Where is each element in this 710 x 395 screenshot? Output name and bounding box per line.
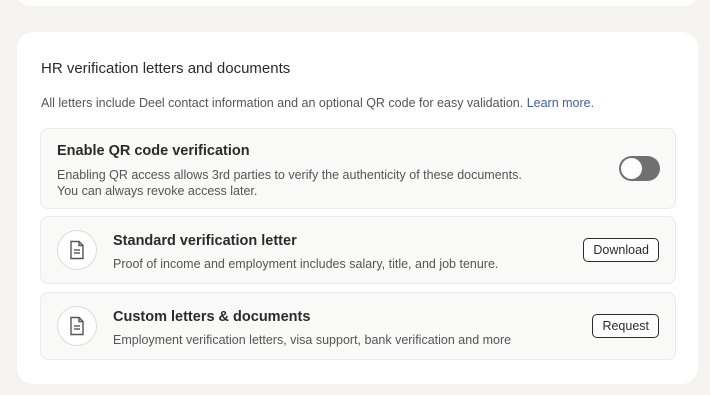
download-button[interactable]: Download <box>583 238 659 262</box>
custom-letters-row: Custom letters & documents Employment ve… <box>40 292 676 360</box>
learn-more-link[interactable]: Learn more. <box>527 96 594 110</box>
qr-description: Enabling QR access allows 3rd parties to… <box>57 167 557 199</box>
standard-letter-description: Proof of income and employment includes … <box>113 257 499 271</box>
custom-letters-title: Custom letters & documents <box>113 309 311 325</box>
request-button[interactable]: Request <box>592 314 659 338</box>
qr-verification-panel: Enable QR code verification Enabling QR … <box>40 128 676 209</box>
section-description: All letters include Deel contact informa… <box>41 96 594 110</box>
qr-description-line-2: You can always revoke access later. <box>57 184 258 198</box>
toggle-knob <box>621 158 642 179</box>
hr-verification-card: HR verification letters and documents Al… <box>17 32 698 384</box>
custom-letters-description: Employment verification letters, visa su… <box>113 333 512 347</box>
section-description-text: All letters include Deel contact informa… <box>41 96 524 110</box>
qr-description-line-1: Enabling QR access allows 3rd parties to… <box>57 168 522 182</box>
qr-verification-toggle[interactable] <box>619 156 660 181</box>
qr-title: Enable QR code verification <box>57 143 250 159</box>
document-icon <box>57 230 97 270</box>
document-icon <box>57 306 97 346</box>
standard-letter-title: Standard verification letter <box>113 233 297 249</box>
previous-card <box>17 0 698 6</box>
standard-letter-row: Standard verification letter Proof of in… <box>40 216 676 284</box>
section-title: HR verification letters and documents <box>41 60 291 77</box>
